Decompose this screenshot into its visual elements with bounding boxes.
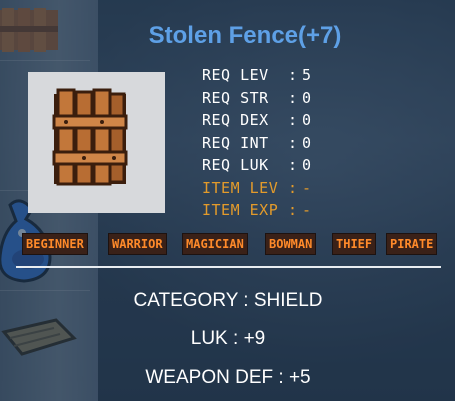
requirements-list: REQ LEV : 5 REQ STR : 0 REQ DEX : 0 REQ … <box>202 64 352 222</box>
item-category: CATEGORY : SHIELD <box>133 290 323 311</box>
stat-label: REQ INT <box>202 133 269 152</box>
item-luk-bonus: LUK : +9 <box>190 328 266 349</box>
stat-value: 0 <box>302 88 312 107</box>
stat-colon: : <box>288 133 298 152</box>
item-icon-frame <box>28 72 165 213</box>
stat-row: REQ LEV : 5 <box>202 64 352 87</box>
stat-colon: : <box>288 66 298 84</box>
stat-row: ITEM LEV : - <box>202 177 352 200</box>
stat-colon: : <box>288 201 298 219</box>
stat-value: - <box>302 178 312 197</box>
stat-label: ITEM EXP <box>202 201 279 219</box>
stat-row: REQ INT : 0 <box>202 132 352 155</box>
stat-value: 5 <box>302 66 312 84</box>
stat-colon: : <box>288 111 298 129</box>
stat-value: 0 <box>302 111 312 129</box>
job-badge-beginner: BEGINNER <box>22 233 88 255</box>
stat-label: ITEM LEV <box>202 178 279 197</box>
divider <box>16 266 441 268</box>
stat-label: REQ LUK <box>202 156 269 174</box>
stat-colon: : <box>288 88 298 107</box>
job-badge-warrior: WARRIOR <box>108 233 167 255</box>
job-badge-pirate: PIRATE <box>386 233 438 255</box>
stat-value: 0 <box>302 156 312 174</box>
stat-row: ITEM EXP : - <box>202 199 352 222</box>
stat-colon: : <box>288 178 298 197</box>
stat-label: REQ LEV <box>202 66 269 84</box>
stat-row: REQ STR : 0 <box>202 87 352 110</box>
item-tooltip: Stolen Fence(+7) REQ LEV : 5 REQ STR : 0 <box>0 0 455 401</box>
job-badge-magician: MAGICIAN <box>182 233 248 255</box>
stat-row: REQ DEX : 0 <box>202 109 352 132</box>
item-name: Stolen Fence(+7) <box>148 22 342 49</box>
stat-label: REQ STR <box>202 88 269 107</box>
wooden-fence-shield-icon <box>52 88 128 186</box>
job-badge-bowman: BOWMAN <box>265 233 317 255</box>
job-badge-thief: THIEF <box>332 233 377 255</box>
stat-colon: : <box>288 156 298 174</box>
stat-value: - <box>302 201 312 219</box>
stat-row: REQ LUK : 0 <box>202 154 352 177</box>
item-weapon-def: WEAPON DEF : +5 <box>145 367 311 388</box>
stat-label: REQ DEX <box>202 111 269 129</box>
stat-value: 0 <box>302 133 312 152</box>
